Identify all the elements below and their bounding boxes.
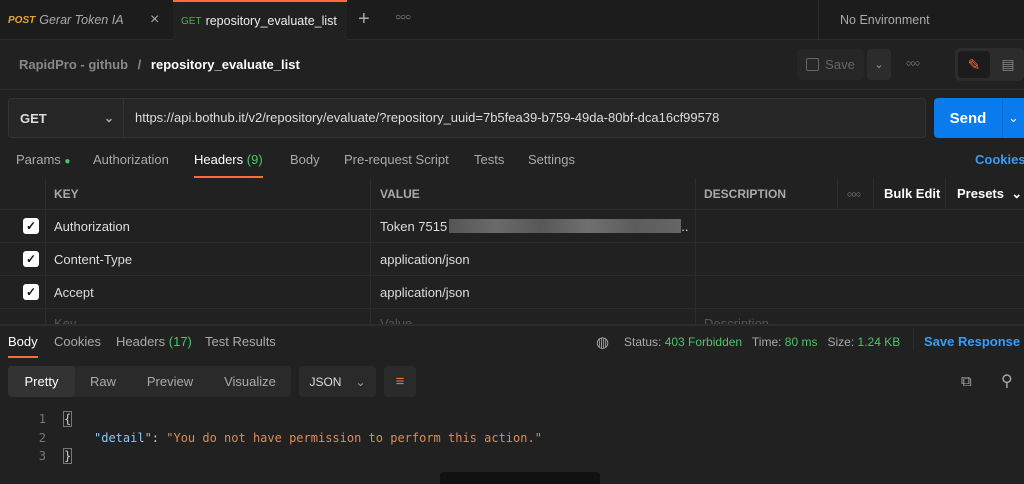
copy-icon[interactable]: ⧉	[961, 373, 972, 390]
cookies-link[interactable]: Cookies	[975, 152, 1024, 167]
save-dropdown-chevron-icon[interactable]: ⌄	[867, 49, 891, 80]
send-dropdown-chevron-icon[interactable]: ⌄	[1002, 98, 1024, 138]
headers-table-header: KEY VALUE DESCRIPTION ○○○ Bulk Edit Pres…	[0, 178, 1024, 210]
tab-pre-request-script[interactable]: Pre-request Script	[344, 152, 449, 167]
view-preview[interactable]: Preview	[135, 366, 205, 397]
table-row: ✓ Content-Type application/json	[0, 243, 1024, 276]
response-tab-body[interactable]: Body	[8, 334, 38, 358]
tab-label: Gerar Token IA	[39, 13, 124, 27]
view-pretty[interactable]: Pretty	[8, 366, 75, 397]
view-visualize[interactable]: Visualize	[210, 366, 290, 397]
response-code[interactable]: { "detail": "You do not have permission …	[63, 410, 542, 466]
checkbox[interactable]: ✓	[23, 284, 39, 300]
table-row: ✓ Accept application/json	[0, 276, 1024, 309]
search-icon[interactable]: ⚲	[1001, 371, 1013, 391]
method-select[interactable]: GET ⌄	[8, 98, 124, 138]
tab-settings[interactable]: Settings	[528, 152, 575, 167]
environment-select[interactable]: No Environment	[840, 13, 930, 27]
comment-icon[interactable]: ▤	[994, 51, 1022, 78]
table-row-placeholder: Key Value Description	[54, 315, 770, 326]
page-title: repository_evaluate_list	[150, 57, 300, 72]
breadcrumb-collection[interactable]: RapidPro - github	[19, 57, 128, 72]
save-button[interactable]: Save	[797, 49, 864, 80]
edit-pencil-icon[interactable]: ✎	[958, 51, 990, 78]
tab-tests[interactable]: Tests	[474, 152, 504, 167]
send-button[interactable]: Send	[934, 98, 1002, 138]
method-badge: POST	[8, 14, 36, 26]
tab-authorization[interactable]: Authorization	[93, 152, 169, 167]
response-tab-test-results[interactable]: Test Results	[205, 334, 276, 349]
tab-gerar-token[interactable]: POST Gerar Token IA ×	[8, 0, 173, 40]
chevron-down-icon: ⌄	[104, 111, 115, 125]
url-input[interactable]: https://api.bothub.it/v2/repository/eval…	[135, 110, 719, 125]
table-row: ✓ Authorization Token 7515 ..	[0, 210, 1024, 243]
checkbox[interactable]: ✓	[23, 218, 39, 234]
plus-icon[interactable]: +	[358, 8, 370, 31]
floating-toolbar[interactable]	[440, 472, 600, 484]
presets-dropdown[interactable]: Presets ⌄	[957, 178, 1022, 209]
tab-params[interactable]: Params ●	[16, 152, 70, 167]
method-badge: GET	[181, 15, 202, 27]
response-meta: Status: 403 Forbidden Time: 80 ms Size: …	[624, 335, 901, 349]
status-badge: 403 Forbidden	[664, 335, 743, 349]
more-icon[interactable]: ○○○	[906, 58, 920, 68]
save-icon	[806, 58, 820, 71]
tab-repository-evaluate-list[interactable]: GET repository_evaluate_list	[173, 0, 347, 40]
globe-lock-icon[interactable]: ◍	[596, 333, 609, 351]
checkbox[interactable]: ✓	[23, 251, 39, 267]
format-select[interactable]: JSON ⌄	[299, 366, 376, 397]
breadcrumb: RapidPro - github / repository_evaluate_…	[19, 57, 300, 72]
save-response-button[interactable]: Save Response ⌄	[924, 334, 1024, 350]
wrap-lines-icon[interactable]: ≡	[384, 366, 416, 397]
view-raw[interactable]: Raw	[75, 366, 131, 397]
response-tab-headers[interactable]: Headers (17)	[116, 334, 192, 349]
line-numbers: 123	[38, 412, 46, 463]
response-tab-cookies[interactable]: Cookies	[54, 334, 101, 349]
redacted-token	[449, 219, 682, 233]
chevron-down-icon: ⌄	[355, 374, 366, 389]
tab-headers[interactable]: Headers (9)	[194, 152, 263, 178]
tab-body[interactable]: Body	[290, 152, 320, 167]
more-icon[interactable]: ○○○	[847, 178, 861, 209]
tab-label: repository_evaluate_list	[205, 14, 337, 28]
bulk-edit-button[interactable]: Bulk Edit	[884, 178, 940, 209]
more-icon[interactable]: ○○○	[395, 12, 411, 23]
close-icon[interactable]: ×	[150, 11, 159, 29]
